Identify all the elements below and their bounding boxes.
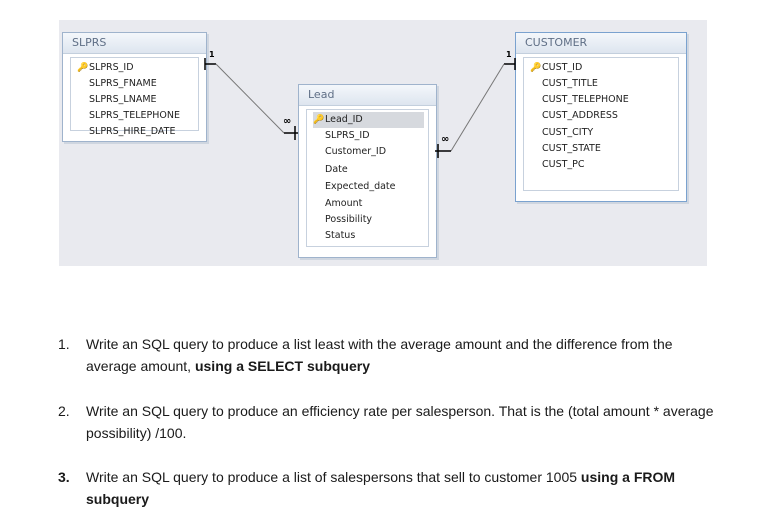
question-text: Write an SQL query to produce a list lea… bbox=[86, 336, 673, 374]
cardinality-many-customer: ∞ bbox=[441, 134, 450, 145]
question-number: 1. bbox=[58, 336, 70, 352]
rel-customer-lead-line[interactable] bbox=[450, 63, 505, 152]
relationship-lines bbox=[204, 58, 516, 158]
cardinality-one-slprs: 1 bbox=[209, 50, 215, 59]
question-text: Write an SQL query to produce a list of … bbox=[86, 469, 676, 507]
cardinality-many-slprs: ∞ bbox=[283, 116, 292, 127]
relationship-diagram: SLPRS 🔑 SLPRS_ID SLPRS_FNAME SLPRS_LNAME… bbox=[59, 20, 707, 266]
cardinality-one-customer: 1 bbox=[506, 50, 512, 59]
question-text: Write an SQL query to produce an efficie… bbox=[86, 403, 714, 441]
question-number: 2. bbox=[58, 403, 70, 419]
question-number: 3. bbox=[58, 469, 70, 485]
rel-slprs-lead-line[interactable] bbox=[215, 63, 285, 134]
